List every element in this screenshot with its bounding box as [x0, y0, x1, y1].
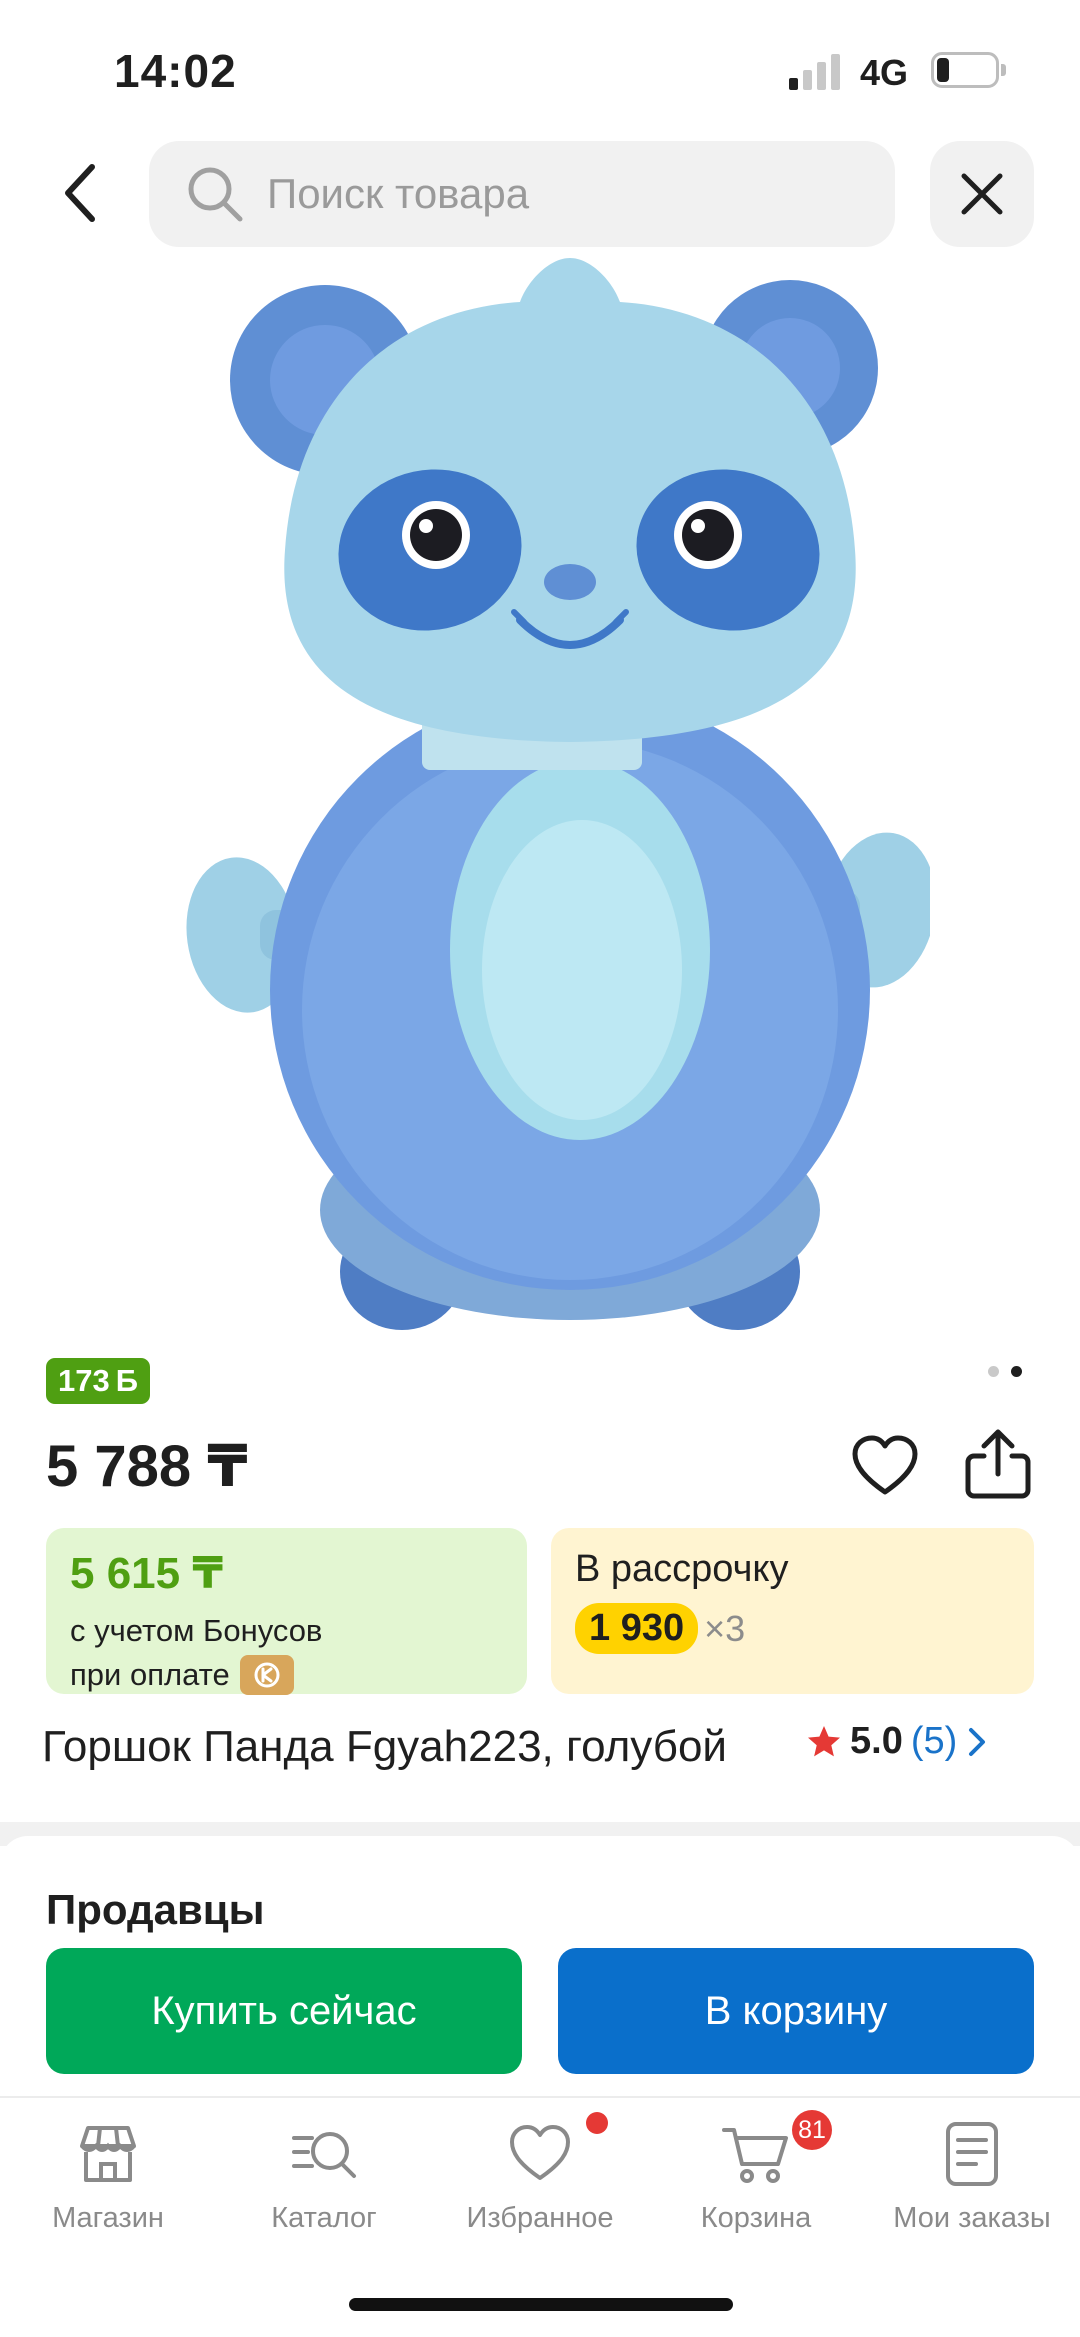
add-to-cart-button[interactable]: В корзину [558, 1948, 1034, 2074]
heart-icon [510, 2125, 570, 2180]
network-label: 4G [860, 52, 909, 93]
star-icon [808, 1725, 840, 1756]
action-bar: Купить сейчас В корзину [0, 1936, 1080, 2096]
payment-wallet-icon [239, 1655, 294, 1695]
nav-label-orders: Мои заказы [893, 2202, 1051, 2234]
home-indicator [349, 2298, 733, 2311]
sellers-section: Продавцы [0, 1836, 1080, 1936]
favorite-button[interactable] [850, 1432, 920, 1502]
bonus-price-card[interactable]: 5 615 ₸ с учетом Бонусов при оплате [46, 1528, 527, 1695]
close-icon [961, 173, 1003, 215]
back-button[interactable] [40, 158, 120, 228]
favorites-notification-dot [586, 2112, 608, 2134]
installment-card[interactable]: В рассрочку 1 930 ×3 [551, 1528, 1034, 1694]
bonus-points-value: 173 [58, 1363, 110, 1398]
battery-icon [931, 52, 1007, 88]
catalog-search-icon [292, 2132, 356, 2178]
signal-icon [789, 52, 843, 90]
product-title: Горшок Панда Fgyah223, голубой [42, 1722, 727, 1771]
installment-monthly: 1 930 [575, 1603, 699, 1654]
nav-label-favorites: Избранное [466, 2202, 614, 2234]
rating-link[interactable]: 5.0 (5) [806, 1720, 989, 1763]
nav-label-store: Магазин [52, 2202, 164, 2234]
chevron-right-icon [969, 1727, 986, 1756]
share-button[interactable] [962, 1426, 1034, 1502]
nav-item-orders[interactable]: Мои заказы [864, 2118, 1080, 2268]
top-bar [0, 138, 1080, 248]
share-icon [965, 1429, 1031, 1499]
cart-count-badge: 81 [792, 2110, 832, 2150]
installment-multiplier: ×3 [704, 1607, 746, 1649]
nav-item-store[interactable]: Магазин [0, 2118, 216, 2268]
product-price: 5 788 ₸ [46, 1434, 248, 1499]
cart-icon [722, 2128, 788, 2183]
nav-item-catalog[interactable]: Каталог [216, 2118, 432, 2268]
bonus-price: 5 615 ₸ [70, 1549, 223, 1598]
status-time: 14:02 [114, 45, 237, 97]
sellers-heading: Продавцы [46, 1886, 265, 1933]
chevron-left-icon [65, 164, 95, 222]
orders-icon [946, 2122, 998, 2186]
product-image[interactable] [150, 250, 930, 1340]
nav-label-cart: Корзина [700, 2202, 812, 2234]
status-bar: 14:02 4G [0, 0, 1080, 130]
pager-dot-active [1011, 1366, 1022, 1377]
bonus-line-2: при оплате [70, 1657, 230, 1692]
pager-dot [988, 1366, 999, 1377]
search-input[interactable] [267, 170, 827, 218]
review-count: (5) [910, 1720, 958, 1762]
search-icon [188, 167, 243, 222]
installment-title: В рассрочку [575, 1548, 789, 1590]
store-icon [80, 2126, 136, 2182]
bonus-unit: Б [115, 1363, 139, 1398]
bonus-points-badge: 173 Б [46, 1358, 151, 1404]
search-bar[interactable] [149, 141, 895, 247]
close-button[interactable] [930, 141, 1034, 247]
buy-now-button[interactable]: Купить сейчас [46, 1948, 522, 2074]
nav-label-catalog: Каталог [271, 2202, 377, 2234]
heart-icon [852, 1435, 918, 1495]
nav-item-cart[interactable]: Корзина [648, 2118, 864, 2268]
image-pager [988, 1366, 1022, 1377]
rating-score: 5.0 [850, 1720, 903, 1762]
bonus-line-1: с учетом Бонусов [70, 1613, 323, 1648]
nav-item-favorites[interactable]: Избранное [432, 2118, 648, 2268]
